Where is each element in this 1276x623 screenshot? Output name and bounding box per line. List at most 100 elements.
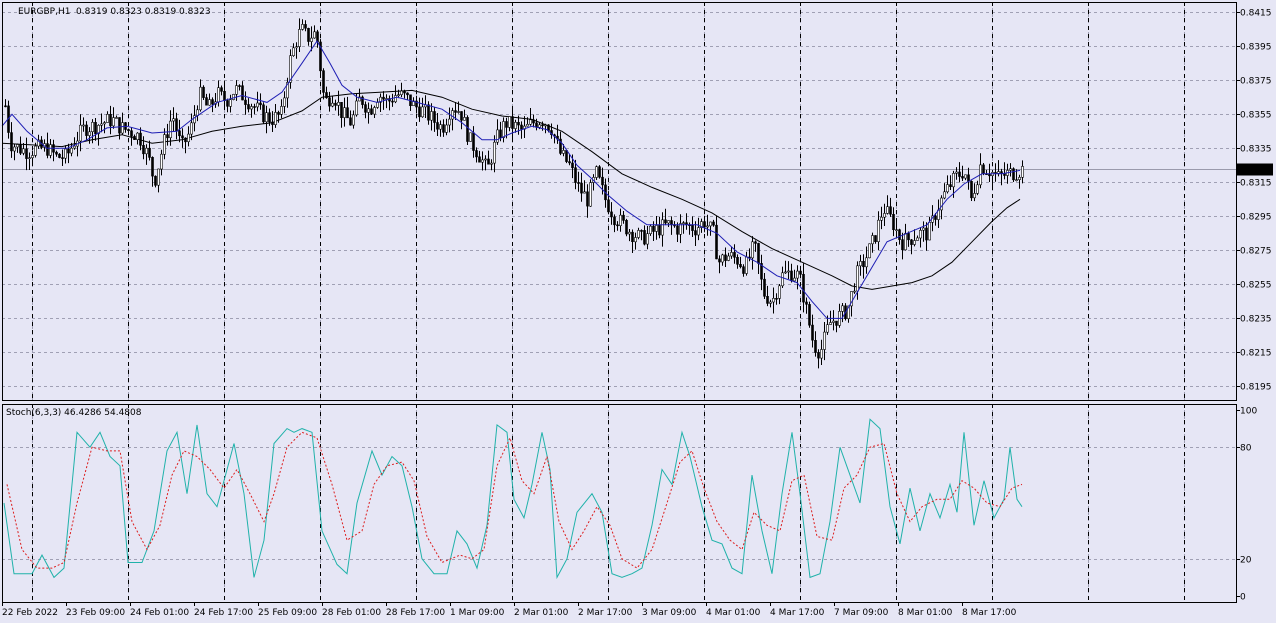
candle-body xyxy=(271,121,274,125)
candle-body xyxy=(745,256,748,274)
stoch-pane-frame xyxy=(2,404,1237,603)
candle-body xyxy=(856,265,859,292)
candle-body xyxy=(307,27,310,42)
candle-body xyxy=(274,112,277,126)
candle-body xyxy=(565,150,568,162)
candle-body xyxy=(853,290,856,293)
candle-body xyxy=(211,99,214,105)
candle-body xyxy=(835,320,838,326)
candle-body xyxy=(625,220,628,235)
candle-body xyxy=(1015,179,1018,181)
candle-body xyxy=(769,301,772,304)
candle-body xyxy=(871,235,874,245)
candle-body xyxy=(763,278,766,297)
candle-body xyxy=(19,144,22,154)
candle-body xyxy=(352,114,355,126)
candle-body xyxy=(442,124,445,133)
candle-body xyxy=(718,258,721,263)
candle-body xyxy=(310,37,313,42)
candle-body xyxy=(58,153,61,158)
time-label: 7 Mar 09:00 xyxy=(834,608,889,618)
candle-body xyxy=(334,102,337,106)
candle-body xyxy=(832,320,835,323)
candle-body xyxy=(316,31,319,43)
candle-body xyxy=(598,166,601,178)
candle-body xyxy=(940,197,943,211)
chart-canvas[interactable]: 0.8415 0.8395 0.8375 0.8355 0.8335 0.8315 0.82… xyxy=(0,0,1276,623)
candle-body xyxy=(652,225,655,232)
candle-body xyxy=(277,112,280,115)
candle-body xyxy=(457,111,460,113)
price-tick-label: 0.8415 xyxy=(1240,9,1272,19)
candle-body xyxy=(475,150,478,158)
candle-body xyxy=(958,171,961,177)
candle-body xyxy=(106,114,109,123)
price-tick-label: 0.8235 xyxy=(1240,315,1272,325)
candle-body xyxy=(757,243,760,264)
price-tick-label: 0.8355 xyxy=(1240,111,1272,121)
candle-body xyxy=(400,90,403,96)
candle-body xyxy=(808,304,811,326)
candle-body xyxy=(781,272,784,287)
candle-body xyxy=(340,102,343,119)
candle-body xyxy=(616,224,619,227)
candle-body xyxy=(880,216,883,221)
candle-body xyxy=(994,172,997,174)
candle-body xyxy=(886,206,889,214)
time-label: 28 Feb 01:00 xyxy=(322,608,381,618)
candle-body xyxy=(268,112,271,123)
candle-body xyxy=(226,100,229,107)
candle-body xyxy=(427,104,430,121)
candle-body xyxy=(697,227,700,236)
candle-body xyxy=(175,118,178,132)
candle-body xyxy=(487,158,490,165)
candle-body xyxy=(709,221,712,227)
candle-body xyxy=(478,156,481,163)
candle-body xyxy=(490,162,493,165)
candle-body xyxy=(1009,168,1012,171)
candle-body xyxy=(583,191,586,194)
candle-body xyxy=(145,147,148,155)
candle-body xyxy=(694,230,697,236)
candle-body xyxy=(397,94,400,96)
candle-body xyxy=(484,158,487,161)
candle-body xyxy=(115,117,118,119)
ohlc-label: 0.8319 0.8323 0.8319 0.8323 xyxy=(76,7,211,17)
candle-body xyxy=(691,224,694,231)
stoch-tick-label: 20 xyxy=(1240,556,1252,566)
candle-body xyxy=(895,229,898,231)
time-label: 2 Mar 17:00 xyxy=(578,608,633,618)
candle-body xyxy=(313,31,316,39)
price-tick-label: 0.8295 xyxy=(1240,213,1272,223)
candle-body xyxy=(514,122,517,129)
candle-body xyxy=(472,132,475,151)
candle-body xyxy=(784,271,787,274)
candle-body xyxy=(298,29,301,47)
candle-body xyxy=(775,297,778,300)
candle-body xyxy=(772,297,775,303)
candle-body xyxy=(220,87,223,92)
candle-body xyxy=(646,233,649,245)
candle-body xyxy=(157,168,160,186)
candle-body xyxy=(88,131,91,136)
candle-body xyxy=(976,184,979,194)
candle-body xyxy=(589,182,592,207)
candle-body xyxy=(382,96,385,100)
price-tick-label: 0.8315 xyxy=(1240,179,1272,189)
candle-body xyxy=(463,117,466,121)
candle-body xyxy=(802,273,805,303)
stochastic-lines xyxy=(3,418,1023,580)
candle-body xyxy=(148,147,151,158)
candle-body xyxy=(85,124,88,136)
chart-window[interactable]: 0.8415 0.8395 0.8375 0.8355 0.8335 0.8315 0.82… xyxy=(0,0,1276,623)
candle-body xyxy=(910,239,913,245)
candle-body xyxy=(508,116,511,128)
candle-body xyxy=(130,130,133,137)
candle-body xyxy=(154,175,157,186)
candle-body xyxy=(103,122,106,125)
candle-body xyxy=(73,145,76,149)
candle-body xyxy=(376,102,379,108)
candle-body xyxy=(169,120,172,138)
candle-body xyxy=(712,221,715,226)
candle-body xyxy=(907,233,910,241)
